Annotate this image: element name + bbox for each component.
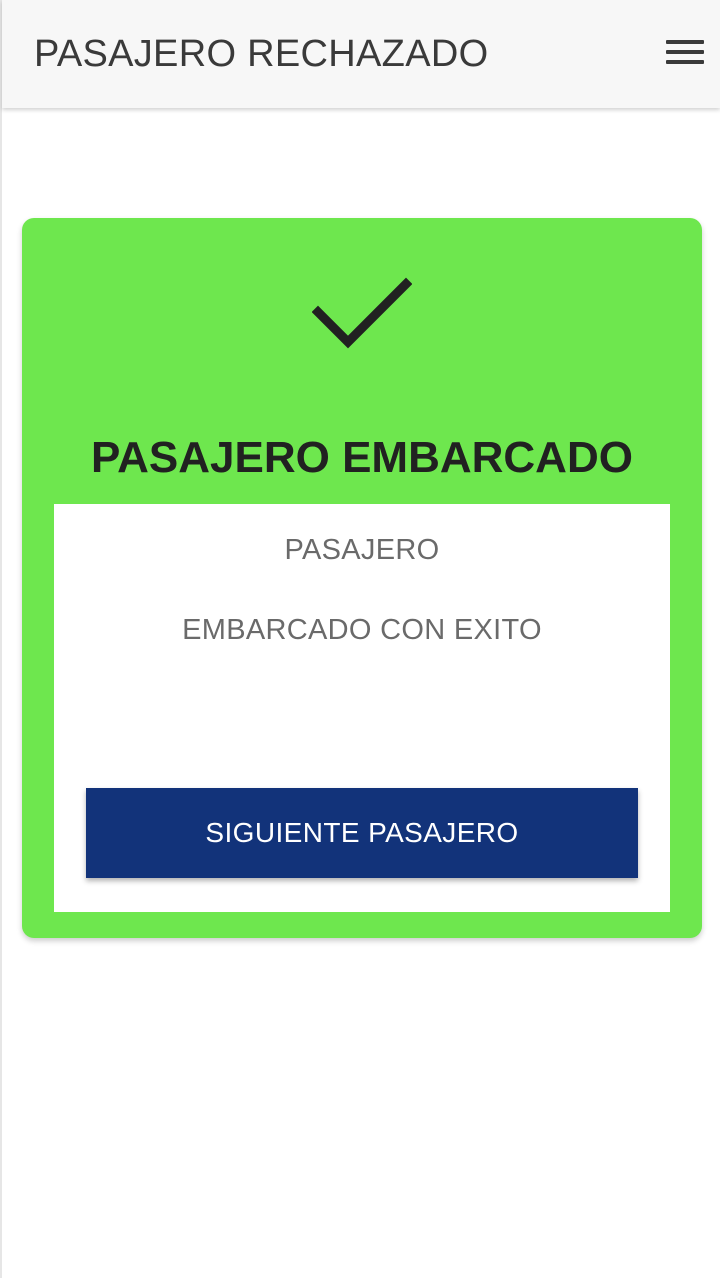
menu-icon-line-middle <box>666 50 704 54</box>
passenger-label: PASAJERO <box>284 534 440 566</box>
status-message-panel: PASAJERO EMBARCADO CON EXITO SIGUIENTE P… <box>54 504 670 912</box>
boarding-status-card: PASAJERO EMBARCADO PASAJERO EMBARCADO CO… <box>22 218 702 938</box>
page-title: PASAJERO RECHAZADO <box>34 33 489 75</box>
next-passenger-button[interactable]: SIGUIENTE PASAJERO <box>86 788 638 878</box>
status-heading: PASAJERO EMBARCADO <box>91 433 633 482</box>
menu-icon-line-bottom <box>666 60 704 64</box>
status-message: EMBARCADO CON EXITO <box>182 614 542 646</box>
app-bar: PASAJERO RECHAZADO <box>2 0 720 108</box>
hamburger-menu-icon[interactable] <box>666 36 706 68</box>
menu-icon-line-top <box>666 40 704 44</box>
checkmark-icon <box>312 277 412 349</box>
screen: PASAJERO RECHAZADO PASAJERO EMBARCADO PA… <box>0 0 720 1278</box>
